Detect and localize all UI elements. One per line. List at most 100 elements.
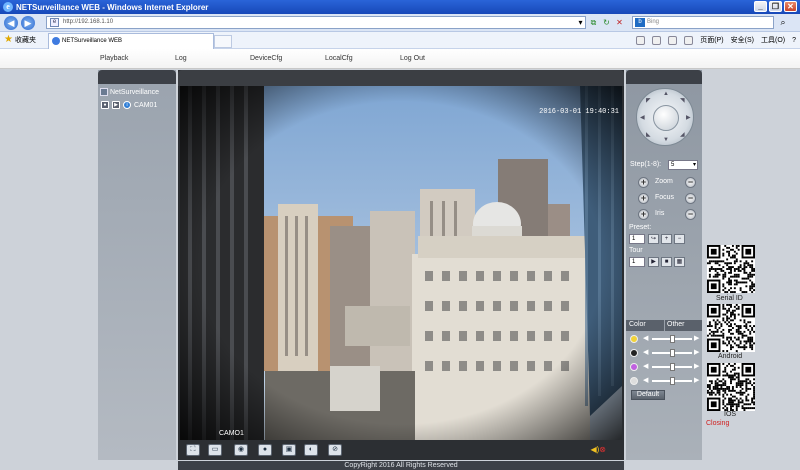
feeds-icon[interactable] <box>652 35 662 45</box>
android-label: Android <box>718 353 743 360</box>
app-menu: Playback Log DeviceCfg LocalCfg Log Out <box>0 49 800 69</box>
arrow-up-left-icon[interactable]: ◤ <box>646 97 651 104</box>
search-placeholder: Bing <box>647 19 660 25</box>
close-button[interactable]: ✕ <box>784 1 797 12</box>
command-bar: 页面(P) 安全(S) 工具(O) ? <box>636 35 796 45</box>
volume-icon[interactable]: ◀)⊗ <box>590 445 606 454</box>
compat-view-icon[interactable]: ⧉ <box>588 17 599 28</box>
tour-stop-icon[interactable]: ■ <box>661 257 672 267</box>
device-tree-root[interactable]: NetSurveillance <box>100 88 159 96</box>
preset-add-icon[interactable]: + <box>661 234 672 244</box>
new-tab-button[interactable] <box>214 35 232 48</box>
image-icon[interactable]: ▣ <box>282 444 296 456</box>
ptz-direction-pad[interactable]: ▲ ▼ ◀ ▶ ◤ ◥ ◣ ◢ <box>636 88 694 146</box>
stop-stream-icon[interactable]: ⊘ <box>328 444 342 456</box>
preset-goto-icon[interactable]: ↪ <box>648 234 659 244</box>
mail-icon[interactable] <box>668 35 678 45</box>
record-video-icon[interactable]: ● <box>258 444 272 456</box>
forward-button[interactable]: ▶ <box>21 16 35 30</box>
arrow-right-icon[interactable]: ▶ <box>686 114 691 121</box>
play-icon[interactable]: ▶ <box>112 101 120 109</box>
tab-color[interactable]: Color <box>629 321 646 328</box>
menu-devicecfg[interactable]: DeviceCfg <box>250 55 282 62</box>
tab-page-icon <box>52 37 60 45</box>
slider-knob[interactable] <box>670 349 675 357</box>
favorites-label: 收藏夹 <box>14 37 36 44</box>
iris-open-button[interactable]: + <box>638 209 649 220</box>
snapshot-icon[interactable]: ◉ <box>234 444 248 456</box>
arrow-down-icon[interactable]: ▼ <box>663 137 669 143</box>
info-icon[interactable]: i <box>123 101 131 109</box>
page-menu[interactable]: 页面(P) <box>700 35 723 45</box>
slider-decrease-icon[interactable]: ◀ <box>643 362 648 370</box>
menu-playback[interactable]: Playback <box>100 55 128 62</box>
zoom-in-button[interactable]: + <box>638 177 649 188</box>
back-button[interactable]: ◀ <box>4 16 18 30</box>
stop-icon[interactable]: ✕ <box>614 17 625 28</box>
tour-grid-icon[interactable]: ▦ <box>674 257 685 267</box>
menu-log[interactable]: Log <box>175 55 187 62</box>
window-title: NETSurveillance WEB - Windows Internet E… <box>16 2 209 12</box>
zoom-label: Zoom <box>655 178 673 185</box>
osd-channel-label: CAMO1 <box>219 430 244 437</box>
preset-remove-icon[interactable]: − <box>674 234 685 244</box>
city-scene-image <box>180 86 622 440</box>
slider-increase-icon[interactable]: ▶ <box>694 348 699 356</box>
ptz-center-button[interactable] <box>653 105 679 131</box>
slider-increase-icon[interactable]: ▶ <box>694 376 699 384</box>
default-button[interactable]: Default <box>631 390 665 400</box>
browser-tab[interactable]: NETSurveillance WEB <box>48 33 214 49</box>
tools-menu[interactable]: 工具(O) <box>761 35 785 45</box>
camera-row[interactable]: ● ▶ i CAM01 <box>101 101 157 109</box>
slider-decrease-icon[interactable]: ◀ <box>643 348 648 356</box>
dropdown-arrow-icon[interactable]: ▾ <box>575 17 586 28</box>
search-icon[interactable]: ⌕ <box>776 16 790 29</box>
restore-button[interactable]: ❐ <box>769 1 782 12</box>
brightness-icon <box>630 335 638 343</box>
favorites-button[interactable]: ★ 收藏夹 <box>4 35 36 45</box>
slider-decrease-icon[interactable]: ◀ <box>643 376 648 384</box>
talk-icon[interactable]: ◐ <box>304 444 318 456</box>
slider-knob[interactable] <box>670 335 675 343</box>
tour-play-icon[interactable]: ▶ <box>648 257 659 267</box>
tour-input[interactable]: 1 <box>629 257 645 267</box>
iris-close-button[interactable]: − <box>685 209 696 220</box>
color-slider-row: ◀ ▶ <box>630 348 700 358</box>
video-panel: 2016-03-01 19:40:31 CAMO1 ⛶ ▭ ◉ ● ▣ ◐ ⊘ … <box>178 70 624 460</box>
record-icon[interactable]: ● <box>101 101 109 109</box>
fullscreen-icon[interactable]: ⛶ <box>186 444 200 456</box>
arrow-down-right-icon[interactable]: ◢ <box>680 131 685 138</box>
arrow-down-left-icon[interactable]: ◣ <box>646 131 651 138</box>
home-icon[interactable] <box>636 35 646 45</box>
serial-id-label: Serial ID <box>716 295 743 302</box>
minimize-button[interactable]: _ <box>754 1 767 12</box>
arrow-up-icon[interactable]: ▲ <box>663 91 669 97</box>
safety-menu[interactable]: 安全(S) <box>731 35 754 45</box>
window-layout-icon[interactable]: ▭ <box>208 444 222 456</box>
slider-increase-icon[interactable]: ▶ <box>694 334 699 342</box>
search-input[interactable]: b Bing <box>632 16 774 29</box>
closing-link[interactable]: Closing <box>706 420 729 427</box>
focus-out-button[interactable]: − <box>685 193 696 204</box>
help-icon[interactable]: ? <box>792 37 796 44</box>
refresh-icon[interactable]: ↻ <box>601 17 612 28</box>
menu-localcfg[interactable]: LocalCfg <box>325 55 353 62</box>
arrow-left-icon[interactable]: ◀ <box>640 114 645 121</box>
tab-other[interactable]: Other <box>667 321 685 328</box>
focus-in-button[interactable]: + <box>638 193 649 204</box>
slider-knob[interactable] <box>670 377 675 385</box>
slider-decrease-icon[interactable]: ◀ <box>643 334 648 342</box>
tour-label: Tour <box>629 247 643 254</box>
page-icon: e <box>50 18 59 27</box>
live-video[interactable]: 2016-03-01 19:40:31 CAMO1 <box>180 86 622 440</box>
menu-logout[interactable]: Log Out <box>400 55 425 62</box>
video-panel-header <box>178 70 624 86</box>
print-icon[interactable] <box>684 35 694 45</box>
arrow-up-right-icon[interactable]: ◥ <box>680 97 685 104</box>
slider-knob[interactable] <box>670 363 675 371</box>
address-field[interactable]: e http://192.168.1.10 <box>46 16 586 29</box>
step-select[interactable]: 5 <box>668 160 698 170</box>
preset-input[interactable]: 1 <box>629 234 645 244</box>
zoom-out-button[interactable]: − <box>685 177 696 188</box>
slider-increase-icon[interactable]: ▶ <box>694 362 699 370</box>
